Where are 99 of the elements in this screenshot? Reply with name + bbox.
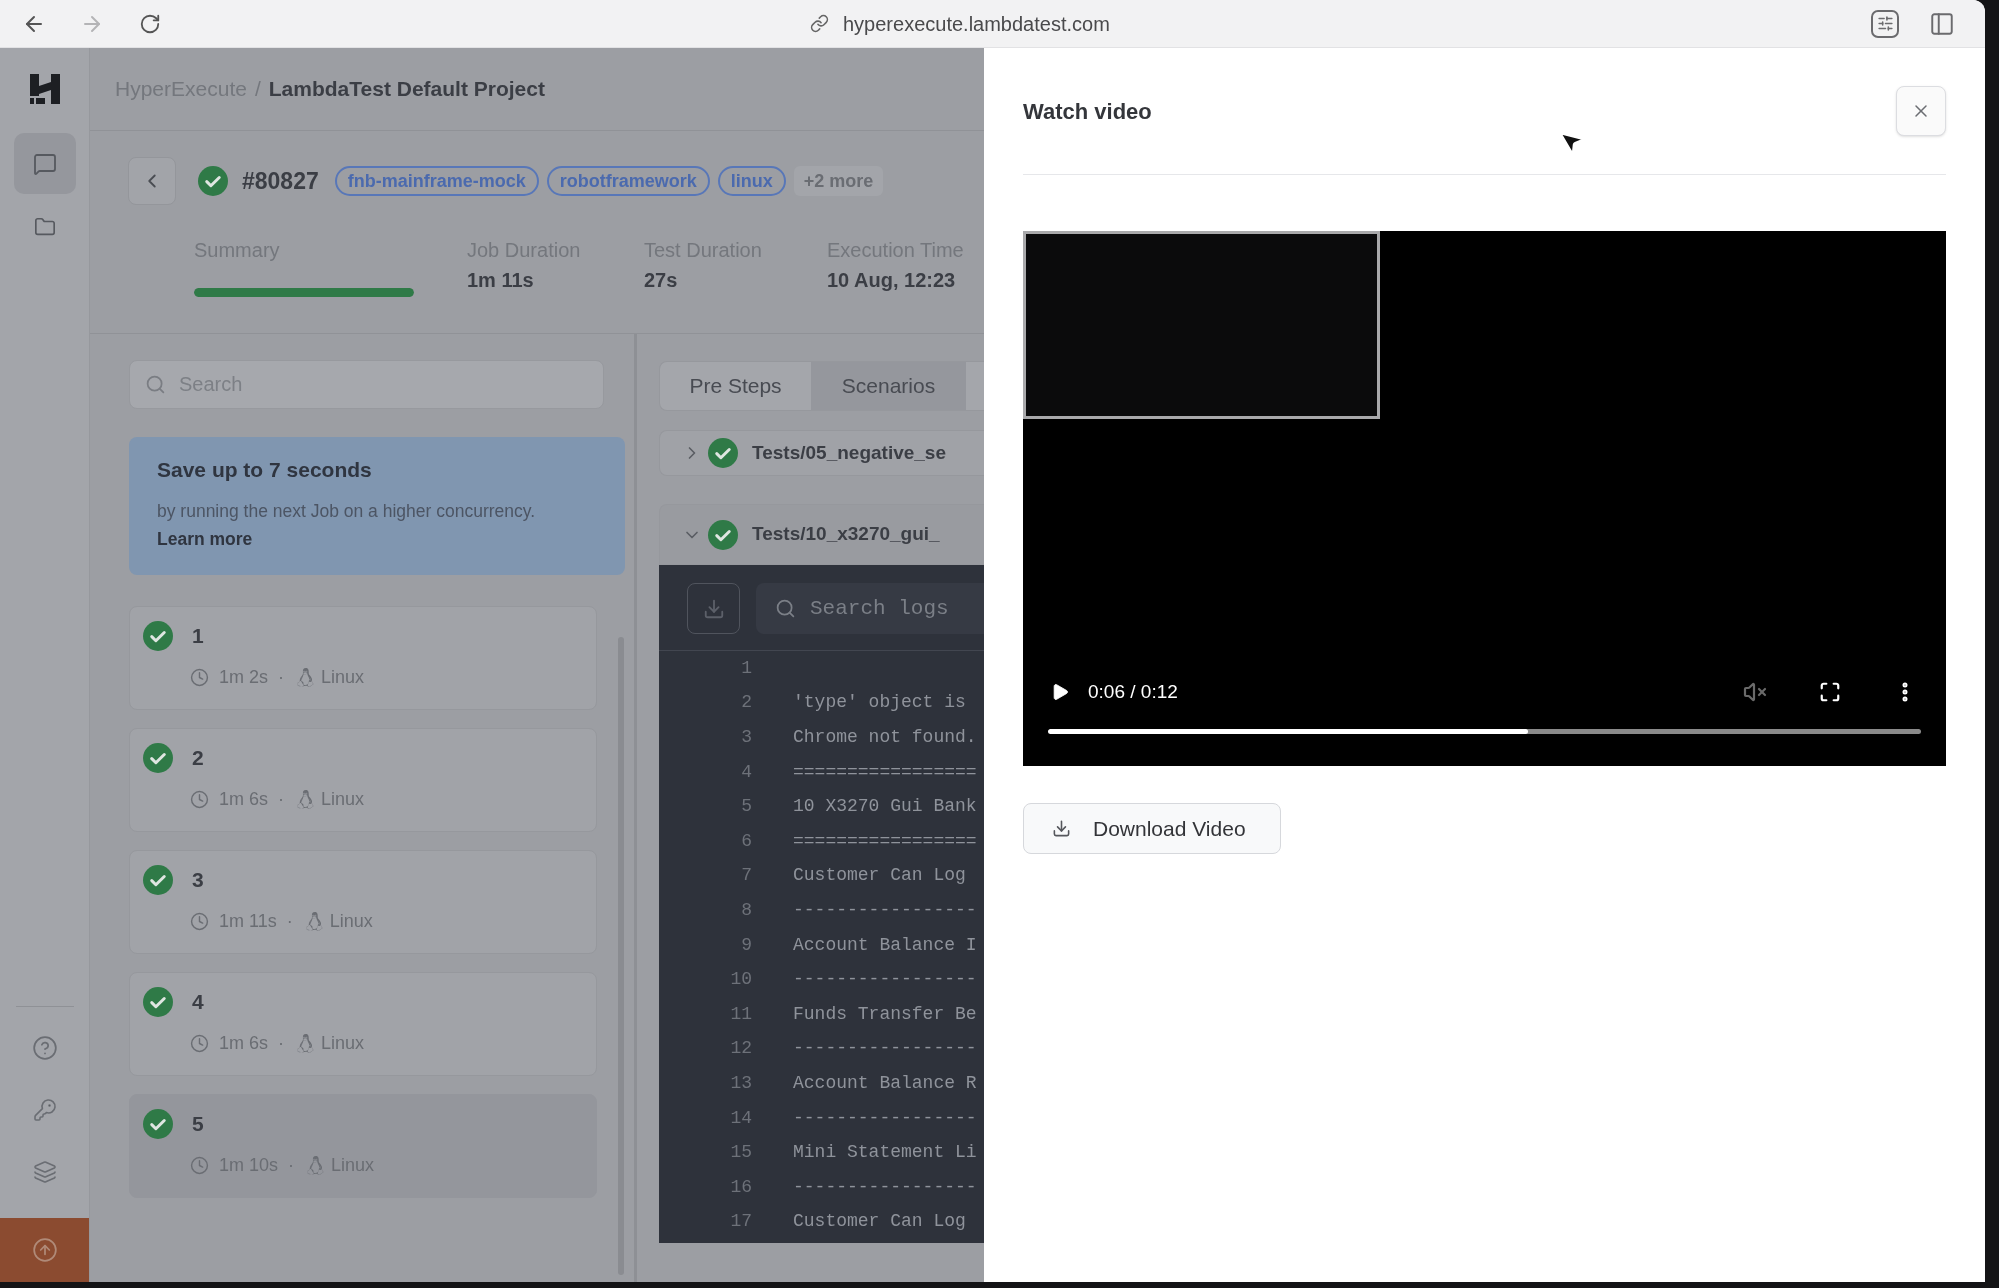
line-number: 11 <box>729 1002 752 1026</box>
line-number: 9 <box>740 933 752 957</box>
close-button[interactable] <box>1896 86 1946 136</box>
line-number: 8 <box>740 898 752 922</box>
log-line: ----------------- <box>793 1175 977 1199</box>
download-icon <box>702 597 725 620</box>
log-line: Mini Statement Li <box>793 1141 977 1165</box>
banner-text: by running the next Job on a higher concurrency. <box>157 500 537 523</box>
line-number: 7 <box>740 864 752 888</box>
tag: linux <box>717 166 786 196</box>
upgrade-button[interactable] <box>0 1218 89 1282</box>
line-number: 10 <box>729 968 752 992</box>
log-line: 10 X3270 Gui Bank <box>793 795 977 819</box>
arrow-up-circle-icon <box>31 1237 58 1263</box>
line-number: 14 <box>729 1106 752 1130</box>
layers-icon[interactable] <box>32 1160 57 1184</box>
meta-separator: · <box>288 1153 295 1177</box>
log-line: Customer Can Log <box>793 864 966 888</box>
log-line: Customer Can Log <box>793 1210 966 1234</box>
penguin-icon <box>296 1033 316 1053</box>
chat-bubble-icon <box>32 151 57 176</box>
log-line: Account Balance I <box>793 933 977 957</box>
log-line: 'type' object is <box>793 691 966 715</box>
breadcrumb-item[interactable]: LambdaTest Default Project <box>268 73 545 105</box>
log-line: ----------------- <box>793 1037 977 1061</box>
log-line: ----------------- <box>793 1106 977 1130</box>
meta-separator: · <box>278 665 285 689</box>
learn-more-link[interactable]: Learn more <box>157 527 253 551</box>
scenario-name: Tests/05_negative_se <box>752 440 946 465</box>
penguin-icon <box>296 667 316 687</box>
task-number: 5 <box>192 1111 204 1138</box>
breadcrumb-separator: / <box>254 76 261 103</box>
line-number: 4 <box>740 760 752 784</box>
tab[interactable]: Pre Steps <box>660 362 811 410</box>
log-line: Chrome not found. <box>793 726 977 749</box>
tag: fnb-mainframe-mock <box>334 166 539 196</box>
stat-value: 10 Aug, 12:23 <box>827 268 957 292</box>
line-number: 15 <box>729 1141 752 1165</box>
task-number: 1 <box>192 623 204 650</box>
clock-icon <box>190 1155 209 1175</box>
scenario-row[interactable]: Tests/05_negative_se <box>659 430 984 476</box>
meta-separator: · <box>286 909 293 933</box>
stat-value: 27s <box>644 268 679 292</box>
line-number: 13 <box>729 1071 752 1095</box>
line-number: 6 <box>740 829 752 853</box>
logo-icon[interactable] <box>29 74 60 104</box>
more-tags-badge[interactable]: +2 more <box>793 166 884 196</box>
search-icon <box>145 374 166 395</box>
sidebar-item[interactable] <box>13 133 76 194</box>
modal-title: Watch video <box>1023 97 1152 126</box>
line-number: 3 <box>740 726 752 749</box>
log-line: Funds Transfer Be <box>793 1002 977 1026</box>
download-icon <box>1052 819 1071 838</box>
line-number: 16 <box>729 1175 752 1199</box>
video-progress-track[interactable] <box>1048 729 1921 734</box>
log-line: ================= <box>793 829 977 853</box>
log-line: ================= <box>793 760 977 784</box>
sliders-icon[interactable] <box>1871 9 1899 38</box>
penguin-icon <box>306 1155 326 1175</box>
line-number: 5 <box>740 795 752 819</box>
tab[interactable]: Scenarios <box>811 362 966 410</box>
meta-separator: · <box>278 787 285 811</box>
key-icon[interactable] <box>32 1098 57 1122</box>
search-icon <box>775 598 796 619</box>
clock-icon <box>190 911 209 931</box>
banner-title: Save up to 7 seconds <box>157 457 373 483</box>
scenario-name: Tests/10_x3270_gui_ <box>752 522 940 547</box>
line-number: 2 <box>740 691 752 715</box>
log-line: Account Balance R <box>793 1071 977 1095</box>
stat-value: 1m 11s <box>467 268 535 292</box>
log-line: ----------------- <box>793 968 977 992</box>
video-time: 0:06 / 0:12 <box>1088 679 1178 704</box>
link-icon <box>810 14 829 33</box>
folder-icon <box>33 215 56 238</box>
clock-icon <box>190 667 209 687</box>
clock-icon <box>190 789 209 809</box>
download-logs-button[interactable] <box>687 583 740 634</box>
download-video-button[interactable]: Download Video <box>1023 803 1281 854</box>
line-number: 12 <box>729 1037 752 1061</box>
task-number: 4 <box>192 989 204 1016</box>
log-search-field[interactable]: Search logs <box>756 583 984 634</box>
scenario-row[interactable]: Tests/10_x3270_gui_ <box>659 504 984 565</box>
meta-separator: · <box>278 1031 285 1055</box>
line-number: 1 <box>740 656 752 680</box>
tag: robotframework <box>546 166 710 196</box>
log-line: ----------------- <box>793 898 977 922</box>
fullscreen-icon[interactable] <box>1819 681 1841 703</box>
muted-speaker-icon[interactable] <box>1743 680 1767 704</box>
address-bar-url[interactable]: hyperexecute.lambdatest.com <box>843 8 1110 39</box>
task-number: 2 <box>192 745 204 772</box>
video-player[interactable]: 0:06 / 0:12 <box>1023 231 1946 766</box>
task-number: 3 <box>192 867 204 894</box>
line-number: 17 <box>729 1210 752 1234</box>
help-icon[interactable] <box>31 1035 58 1061</box>
reload-icon[interactable] <box>139 12 161 35</box>
clock-icon <box>190 1033 209 1053</box>
penguin-icon <box>296 789 316 809</box>
sidebar-icon[interactable] <box>1929 10 1955 37</box>
job-id: #80827 <box>242 166 319 196</box>
